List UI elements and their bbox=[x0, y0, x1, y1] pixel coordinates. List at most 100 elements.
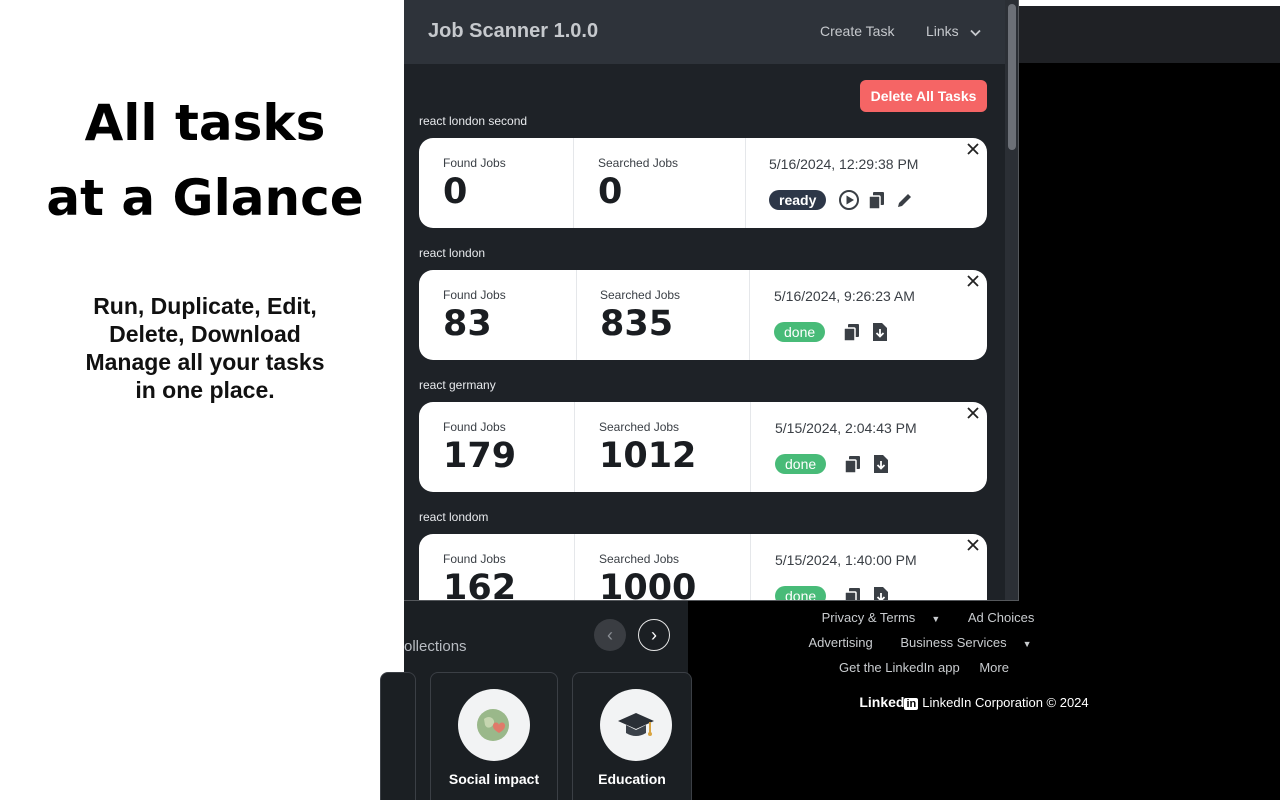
collection-card-social-impact[interactable]: Social impact bbox=[430, 672, 558, 800]
found-jobs-label: Found Jobs bbox=[443, 420, 506, 434]
duplicate-icon[interactable] bbox=[842, 322, 862, 342]
divider bbox=[750, 402, 751, 492]
logo-text: Linked bbox=[859, 694, 905, 710]
close-icon[interactable] bbox=[966, 142, 980, 156]
chevron-right-icon: › bbox=[651, 624, 657, 645]
footer-link-more[interactable]: More bbox=[979, 660, 1009, 675]
searched-jobs-label: Searched Jobs bbox=[598, 156, 679, 170]
task-card: Found Jobs 179 Searched Jobs 1012 5/15/2024,… bbox=[419, 402, 987, 492]
task-name: react londom bbox=[419, 510, 489, 524]
task-name: react london bbox=[419, 246, 486, 260]
collection-label: Education bbox=[598, 771, 666, 787]
searched-jobs-value: 1012 bbox=[599, 436, 697, 476]
create-task-link[interactable]: Create Task bbox=[820, 23, 894, 39]
links-menu-label: Links bbox=[926, 23, 959, 39]
searched-jobs-label: Searched Jobs bbox=[599, 420, 680, 434]
collections-next-button[interactable]: › bbox=[638, 619, 670, 651]
links-menu[interactable]: Links bbox=[926, 23, 981, 39]
searched-jobs-value: 835 bbox=[600, 304, 674, 344]
promo-subtitle-line: in one place. bbox=[135, 377, 275, 403]
graduation-cap-icon bbox=[600, 689, 672, 761]
collection-label: Social impact bbox=[448, 771, 540, 787]
collection-card-education[interactable]: Education bbox=[572, 672, 692, 800]
status-badge: done bbox=[775, 586, 827, 600]
collections-heading: ollections bbox=[404, 638, 467, 655]
collections-prev-button[interactable]: ‹ bbox=[594, 619, 626, 651]
scrollbar[interactable] bbox=[1005, 0, 1018, 600]
found-jobs-label: Found Jobs bbox=[443, 288, 506, 302]
searched-jobs-value: 1000 bbox=[599, 568, 697, 601]
duplicate-icon[interactable] bbox=[843, 586, 863, 600]
footer-link-ad-choices[interactable]: Ad Choices bbox=[968, 610, 1034, 625]
task-date: 5/15/2024, 1:40:00 PM bbox=[775, 552, 917, 568]
task-date: 5/16/2024, 12:29:38 PM bbox=[769, 156, 919, 172]
footer-brand: Linked in LinkedIn Corporation © 2024 bbox=[688, 694, 1260, 710]
chevron-down-icon bbox=[967, 27, 981, 39]
download-icon[interactable] bbox=[871, 586, 891, 600]
searched-jobs-value: 0 bbox=[598, 172, 623, 212]
divider bbox=[574, 534, 575, 600]
edit-icon[interactable] bbox=[895, 190, 915, 210]
footer-link-business[interactable]: Business Services ▼ bbox=[892, 635, 1039, 650]
popup-header: Job Scanner 1.0.0 Create Task Links bbox=[404, 0, 1018, 64]
caret-down-icon: ▼ bbox=[1022, 639, 1032, 649]
promo-subtitle-line: Delete, Download bbox=[109, 321, 301, 347]
footer-link-label: Privacy & Terms bbox=[821, 610, 916, 625]
footer-link-label: Business Services bbox=[900, 635, 1007, 650]
close-icon[interactable] bbox=[966, 538, 980, 552]
close-icon[interactable] bbox=[966, 274, 980, 288]
divider bbox=[750, 534, 751, 600]
found-jobs-label: Found Jobs bbox=[443, 156, 506, 170]
caret-down-icon: ▼ bbox=[931, 614, 941, 624]
delete-all-tasks-button[interactable]: Delete All Tasks bbox=[860, 80, 987, 112]
divider bbox=[745, 138, 746, 228]
status-badge: done bbox=[774, 322, 826, 342]
promo-title-line: All tasks bbox=[84, 94, 326, 152]
divider bbox=[574, 402, 575, 492]
task-name: react london second bbox=[419, 114, 528, 128]
collection-card[interactable] bbox=[380, 672, 416, 800]
duplicate-icon[interactable] bbox=[843, 454, 863, 474]
close-icon[interactable] bbox=[966, 406, 980, 420]
task-card: Found Jobs 83 Searched Jobs 835 5/16/2024, 9… bbox=[419, 270, 987, 360]
download-icon[interactable] bbox=[870, 322, 890, 342]
copyright-text: LinkedIn Corporation © 2024 bbox=[922, 695, 1089, 710]
found-jobs-value: 83 bbox=[443, 304, 492, 344]
found-jobs-label: Found Jobs bbox=[443, 552, 506, 566]
background-page bbox=[1018, 63, 1280, 600]
found-jobs-value: 179 bbox=[443, 436, 517, 476]
globe-heart-icon bbox=[458, 689, 530, 761]
footer-link-advertising[interactable]: Advertising bbox=[808, 635, 872, 650]
promo-subtitle: Run, Duplicate, Edit, Delete, Download M… bbox=[0, 292, 410, 404]
found-jobs-value: 162 bbox=[443, 568, 517, 601]
searched-jobs-label: Searched Jobs bbox=[599, 552, 680, 566]
divider bbox=[573, 138, 574, 228]
footer-link-privacy[interactable]: Privacy & Terms ▼ bbox=[814, 610, 949, 625]
divider bbox=[749, 270, 750, 360]
task-card: Found Jobs 0 Searched Jobs 0 5/16/2024, 12:2… bbox=[419, 138, 987, 228]
task-date: 5/16/2024, 9:26:23 AM bbox=[774, 288, 915, 304]
status-badge: ready bbox=[769, 190, 827, 210]
promo-subtitle-line: Manage all your tasks bbox=[85, 349, 325, 375]
duplicate-icon[interactable] bbox=[867, 190, 887, 210]
linkedin-logo: Linked in bbox=[859, 694, 922, 710]
status-badge: done bbox=[775, 454, 827, 474]
task-date: 5/15/2024, 2:04:43 PM bbox=[775, 420, 917, 436]
task-name: react germany bbox=[419, 378, 496, 392]
app-title: Job Scanner 1.0.0 bbox=[428, 20, 599, 42]
promo-subtitle-line: Run, Duplicate, Edit, bbox=[93, 293, 317, 319]
searched-jobs-label: Searched Jobs bbox=[600, 288, 681, 302]
divider bbox=[576, 270, 577, 360]
promo-title-line: at a Glance bbox=[46, 169, 364, 227]
scrollbar-thumb[interactable] bbox=[1008, 4, 1016, 150]
chevron-left-icon: ‹ bbox=[607, 624, 613, 645]
logo-box: in bbox=[904, 698, 919, 710]
task-card: Found Jobs 162 Searched Jobs 1000 5/15/2024,… bbox=[419, 534, 987, 601]
promo-title: All tasks at a Glance bbox=[0, 86, 410, 236]
download-icon[interactable] bbox=[871, 454, 891, 474]
footer-link-get-app[interactable]: Get the LinkedIn app bbox=[839, 660, 960, 675]
found-jobs-value: 0 bbox=[443, 172, 468, 212]
play-icon[interactable] bbox=[839, 190, 859, 210]
background-toolbar bbox=[1018, 6, 1280, 63]
screen: All tasks at a Glance Run, Duplicate, Ed… bbox=[0, 0, 1280, 800]
